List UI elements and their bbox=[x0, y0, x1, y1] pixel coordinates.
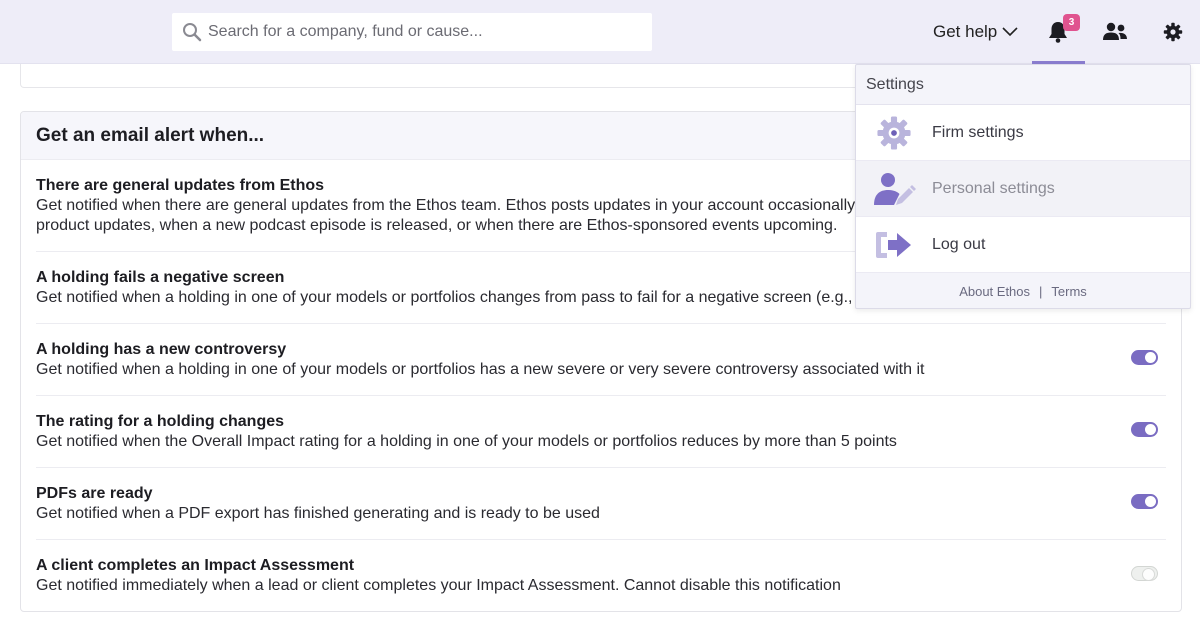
alert-title: The rating for a holding changes bbox=[36, 413, 285, 430]
alert-row-impact-assessment: A client completes an Impact Assessment … bbox=[36, 540, 1166, 611]
notification-badge: 3 bbox=[1063, 14, 1080, 31]
terms-link[interactable]: Terms bbox=[1051, 284, 1086, 299]
alert-row-controversy: A holding has a new controversy Get noti… bbox=[36, 324, 1166, 396]
search-input[interactable] bbox=[208, 23, 638, 41]
alert-description: Get notified when the Overall Impact rat… bbox=[36, 433, 897, 450]
alert-title: A holding has a new controversy bbox=[36, 341, 287, 358]
chevron-down-icon bbox=[1002, 27, 1018, 37]
menu-item-label: Personal settings bbox=[932, 179, 1055, 197]
logout-icon bbox=[876, 231, 911, 258]
alert-title: A client completes an Impact Assessment bbox=[36, 557, 355, 574]
user-edit-icon bbox=[874, 172, 916, 205]
get-help-label: Get help bbox=[933, 22, 998, 41]
alert-description: Get notified immediately when a lead or … bbox=[36, 577, 841, 594]
search-box[interactable] bbox=[172, 13, 652, 51]
settings-dropdown: Settings Firm settings Personal settings… bbox=[855, 64, 1191, 309]
menu-item-log-out[interactable]: Log out bbox=[856, 217, 1190, 273]
menu-item-personal-settings[interactable]: Personal settings bbox=[856, 161, 1190, 217]
gear-icon[interactable] bbox=[1163, 22, 1183, 42]
alert-description: Get notified when a PDF export has finis… bbox=[36, 505, 600, 522]
get-help-button[interactable]: Get help bbox=[933, 20, 1018, 44]
controversy-toggle[interactable] bbox=[1131, 350, 1158, 365]
footer-separator: | bbox=[1039, 283, 1043, 299]
alert-row-pdfs-ready: PDFs are ready Get notified when a PDF e… bbox=[36, 468, 1166, 540]
menu-item-label: Firm settings bbox=[932, 123, 1024, 141]
pdfs-ready-toggle[interactable] bbox=[1131, 494, 1158, 509]
dropdown-heading: Settings bbox=[856, 65, 1190, 105]
rating-change-toggle[interactable] bbox=[1131, 422, 1158, 437]
dropdown-footer: About Ethos | Terms bbox=[856, 273, 1190, 309]
menu-item-firm-settings[interactable]: Firm settings bbox=[856, 105, 1190, 161]
users-icon[interactable] bbox=[1102, 22, 1128, 42]
gear-icon bbox=[877, 115, 911, 150]
impact-assessment-toggle bbox=[1131, 566, 1158, 581]
alert-title: PDFs are ready bbox=[36, 485, 153, 502]
alert-row-rating-change: The rating for a holding changes Get not… bbox=[36, 396, 1166, 468]
top-bar: Get help 3 bbox=[0, 0, 1200, 64]
alert-description: Get notified when a holding in one of yo… bbox=[36, 361, 925, 378]
menu-item-label: Log out bbox=[932, 235, 986, 253]
about-link[interactable]: About Ethos bbox=[959, 284, 1030, 299]
search-icon bbox=[183, 23, 202, 42]
